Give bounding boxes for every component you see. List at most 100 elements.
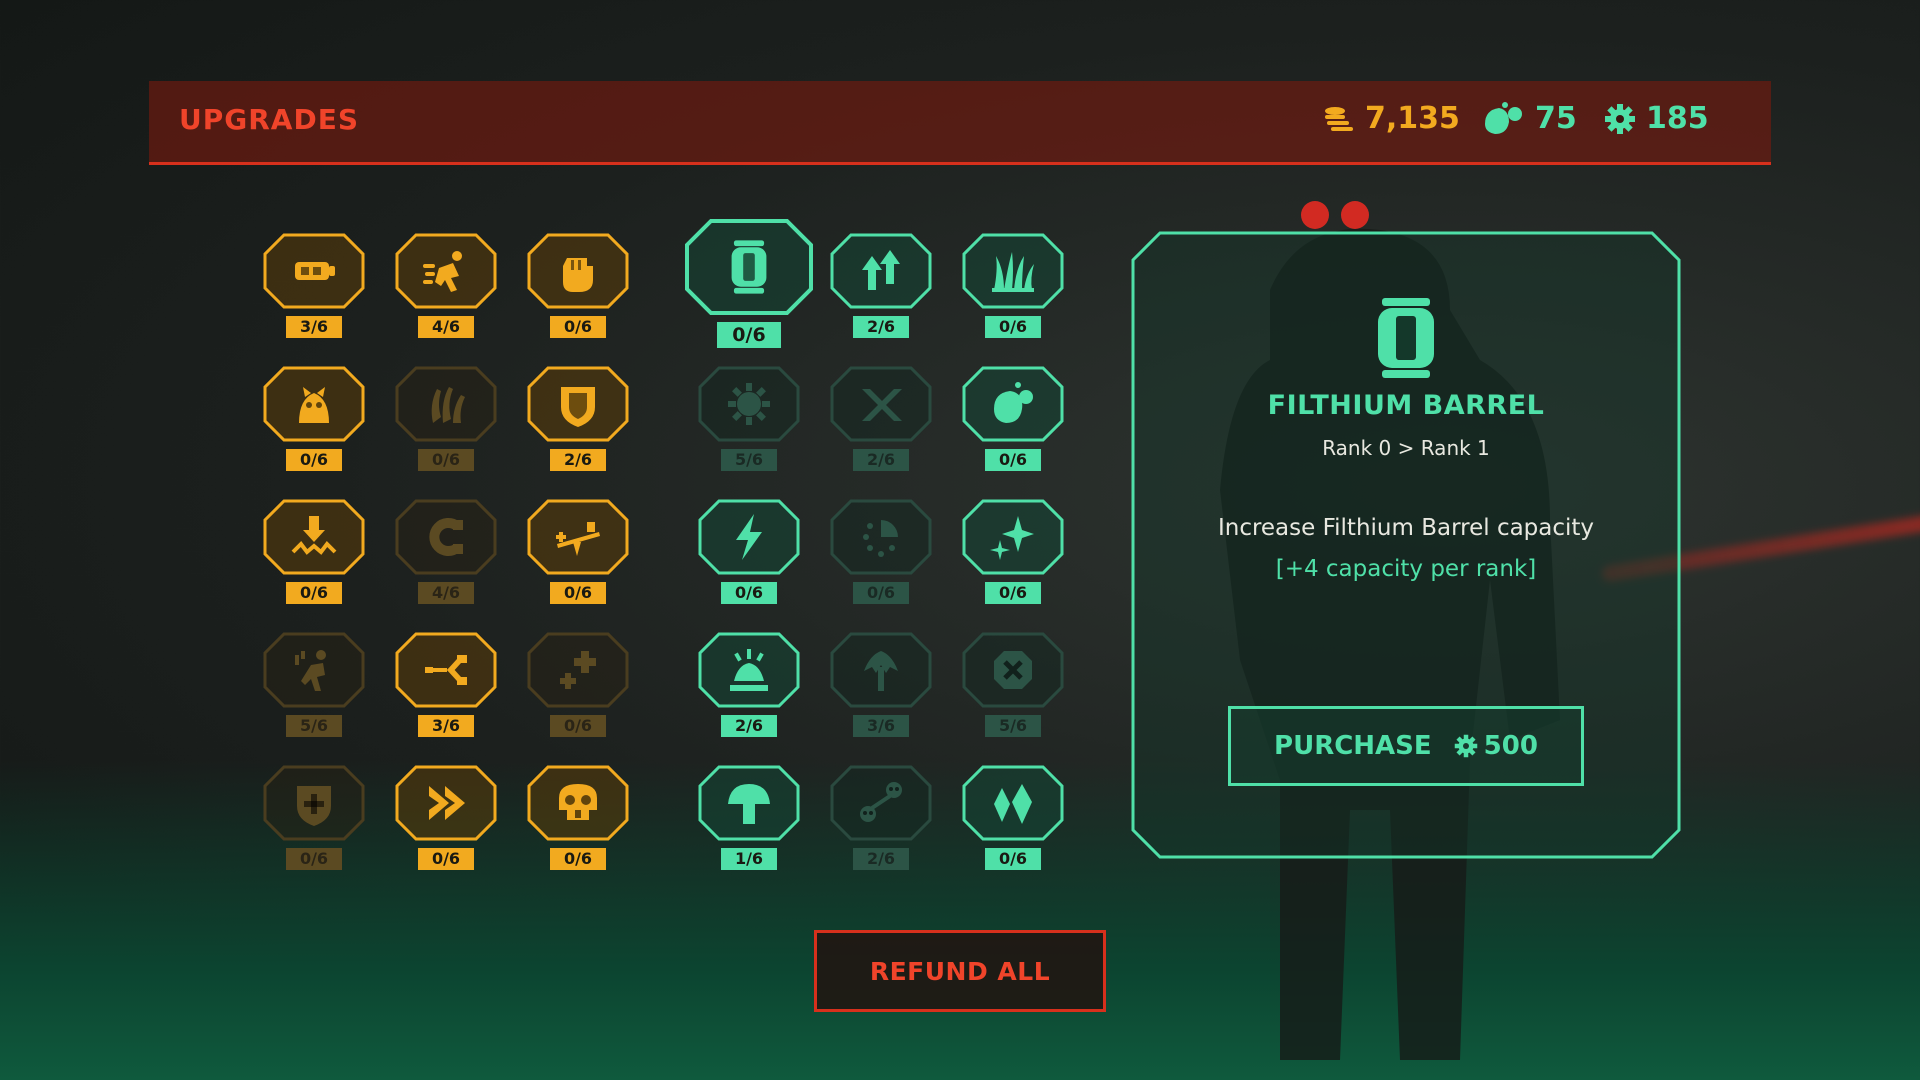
upgrade-tile[interactable]: 2/6 [829,365,933,475]
upgrade-stat: [+4 capacity per rank] [1275,556,1537,582]
upgrade-detail-panel: FILTHIUM BARREL Rank 0 > Rank 1 Increase… [1130,230,1682,860]
upgrade-tile[interactable]: 0/6 [262,498,366,608]
upgrade-tile[interactable]: 0/6 [961,232,1065,342]
health-plus-icon [560,651,596,689]
purchase-button[interactable]: PURCHASE 500 [1228,706,1584,786]
rank-badge: 3/6 [853,715,909,737]
refund-all-button[interactable]: REFUND ALL [814,930,1106,1012]
eruption-icon [730,649,768,691]
rank-badge: 2/6 [853,848,909,870]
rank-badge: 4/6 [418,582,474,604]
rank-badge: 0/6 [550,848,606,870]
rank-badge: 0/6 [985,848,1041,870]
upgrade-tile[interactable]: 1/6 [697,764,801,874]
filthium-barrel-icon [731,240,767,294]
rank-badge: 0/6 [550,582,606,604]
dodge-icon [295,650,326,691]
shield-icon [561,387,595,427]
rank-badge: 0/6 [717,322,781,348]
upgrade-title: FILTHIUM BARREL [1267,390,1545,421]
rank-badge: 0/6 [985,449,1041,471]
fist-icon [563,258,593,292]
page-title: UPGRADES [179,103,360,136]
rank-badge: 0/6 [286,449,342,471]
rank-badge: 2/6 [853,316,909,338]
upgrade-tile[interactable]: 5/6 [262,631,366,741]
filth-blob-icon [994,382,1033,423]
lightning-icon [736,514,762,560]
creature-icon [299,387,329,423]
coins-icon [1325,106,1353,131]
barrel-gun-icon [295,262,335,280]
upgrade-tile[interactable]: 2/6 [829,764,933,874]
upgrade-tile[interactable]: 3/6 [394,631,498,741]
upgrade-tile[interactable]: 2/6 [829,232,933,342]
upgrade-tile[interactable]: 0/6 [697,498,801,608]
upgrade-tile[interactable]: 0/6 [526,631,630,741]
cross-arrows-icon [862,389,902,421]
filth-blob-icon [1485,101,1522,134]
gear-icon [1454,734,1477,758]
magnet-icon [429,518,463,556]
sparkle-icon [990,516,1034,560]
rank-badge: 0/6 [985,316,1041,338]
rank-change: Rank 0 > Rank 1 [1322,436,1490,460]
rank-badge: 3/6 [286,316,342,338]
filthium-barrel-icon [1378,298,1434,378]
rank-badge: 2/6 [853,449,909,471]
double-chevron-icon [429,786,465,820]
rank-badge: 0/6 [550,715,606,737]
rank-badge: 0/6 [286,848,342,870]
up-arrows-icon [862,250,900,290]
ground-pound-icon [291,516,337,555]
rank-badge: 0/6 [418,449,474,471]
upgrade-tile[interactable]: 0/6 [684,218,814,348]
rank-badge: 0/6 [286,582,342,604]
rank-badge: 5/6 [985,715,1041,737]
seesaw-icon [556,522,600,556]
upgrade-description: Increase Filthium Barrel capacity [1217,515,1595,541]
upgrade-tile[interactable]: 0/6 [526,498,630,608]
rank-badge: 0/6 [721,582,777,604]
upgrade-tile[interactable]: 5/6 [697,365,801,475]
upgrade-tile[interactable]: 0/6 [961,498,1065,608]
rank-badge: 5/6 [286,715,342,737]
mushroom-icon [728,784,770,824]
upgrade-tile[interactable]: 0/6 [526,764,630,874]
upgrade-tile[interactable]: 0/6 [262,764,366,874]
shield-plus-icon [297,786,331,826]
refund-all-label: REFUND ALL [869,956,1051,986]
purchase-label: PURCHASE [1274,731,1432,761]
upgrade-tile[interactable]: 0/6 [262,365,366,475]
rank-badge: 1/6 [721,848,777,870]
rank-badge: 5/6 [721,449,777,471]
coins-counter: 7,135 [1321,101,1460,136]
upgrade-tile[interactable]: 4/6 [394,498,498,608]
purchase-cost-value: 500 [1483,731,1538,761]
upgrade-tile[interactable]: 2/6 [526,365,630,475]
upgrades-header: UPGRADES 7,135 75 185 [149,81,1771,165]
gear-icon [1605,103,1635,134]
rank-badge: 2/6 [721,715,777,737]
grass-icon [992,252,1034,292]
upgrade-tile[interactable]: 0/6 [394,764,498,874]
upgrade-tile[interactable]: 0/6 [961,764,1065,874]
upgrade-tile[interactable]: 0/6 [961,365,1065,475]
claw-icon [431,387,465,423]
sprint-icon [423,251,462,292]
upgrade-tile[interactable]: 0/6 [394,365,498,475]
rank-badge: 2/6 [550,449,606,471]
gears-value: 185 [1646,101,1709,136]
upgrade-tile[interactable]: 3/6 [262,232,366,342]
upgrade-tile[interactable]: 3/6 [829,631,933,741]
upgrade-tile[interactable]: 5/6 [961,631,1065,741]
upgrade-tile[interactable]: 0/6 [829,498,933,608]
split-icon [425,655,467,685]
gears-counter: 185 [1604,101,1709,136]
upgrade-tile[interactable]: 4/6 [394,232,498,342]
upgrade-tile[interactable]: 0/6 [526,232,630,342]
upgrade-tile[interactable]: 2/6 [697,631,801,741]
rank-badge: 0/6 [985,582,1041,604]
rank-badge: 0/6 [550,316,606,338]
cancel-icon [994,651,1032,689]
